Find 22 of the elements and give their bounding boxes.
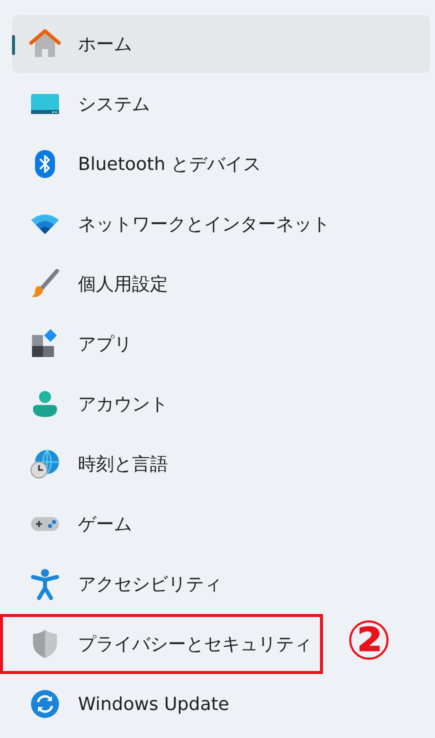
wifi-icon bbox=[30, 212, 60, 236]
person-icon bbox=[30, 389, 60, 419]
globe-clock-icon bbox=[29, 448, 61, 480]
nav-item[interactable]: アプリ bbox=[12, 315, 430, 373]
nav-item[interactable]: システム bbox=[12, 75, 430, 133]
selection-indicator bbox=[12, 35, 15, 55]
house-icon bbox=[29, 29, 61, 59]
nav-item[interactable]: 時刻と言語 bbox=[12, 435, 430, 493]
monitor-icon bbox=[30, 92, 60, 116]
nav-item[interactable]: ネットワークとインターネット bbox=[12, 195, 430, 253]
shield-icon bbox=[31, 629, 59, 659]
nav-item[interactable]: Bluetooth とデバイス bbox=[12, 135, 430, 193]
nav-item[interactable]: 個人用設定 bbox=[12, 255, 430, 313]
nav-item[interactable]: ゲーム bbox=[12, 495, 430, 553]
bluetooth-icon bbox=[33, 149, 57, 179]
paintbrush-icon bbox=[30, 269, 60, 299]
sync-icon bbox=[30, 689, 60, 719]
accessibility-icon bbox=[31, 568, 59, 600]
nav-item[interactable]: アクセシビリティ bbox=[12, 555, 430, 613]
nav-item[interactable]: Windows Update bbox=[12, 675, 430, 733]
nav-item[interactable]: アカウント bbox=[12, 375, 430, 433]
nav-item[interactable]: ホーム bbox=[12, 15, 430, 73]
